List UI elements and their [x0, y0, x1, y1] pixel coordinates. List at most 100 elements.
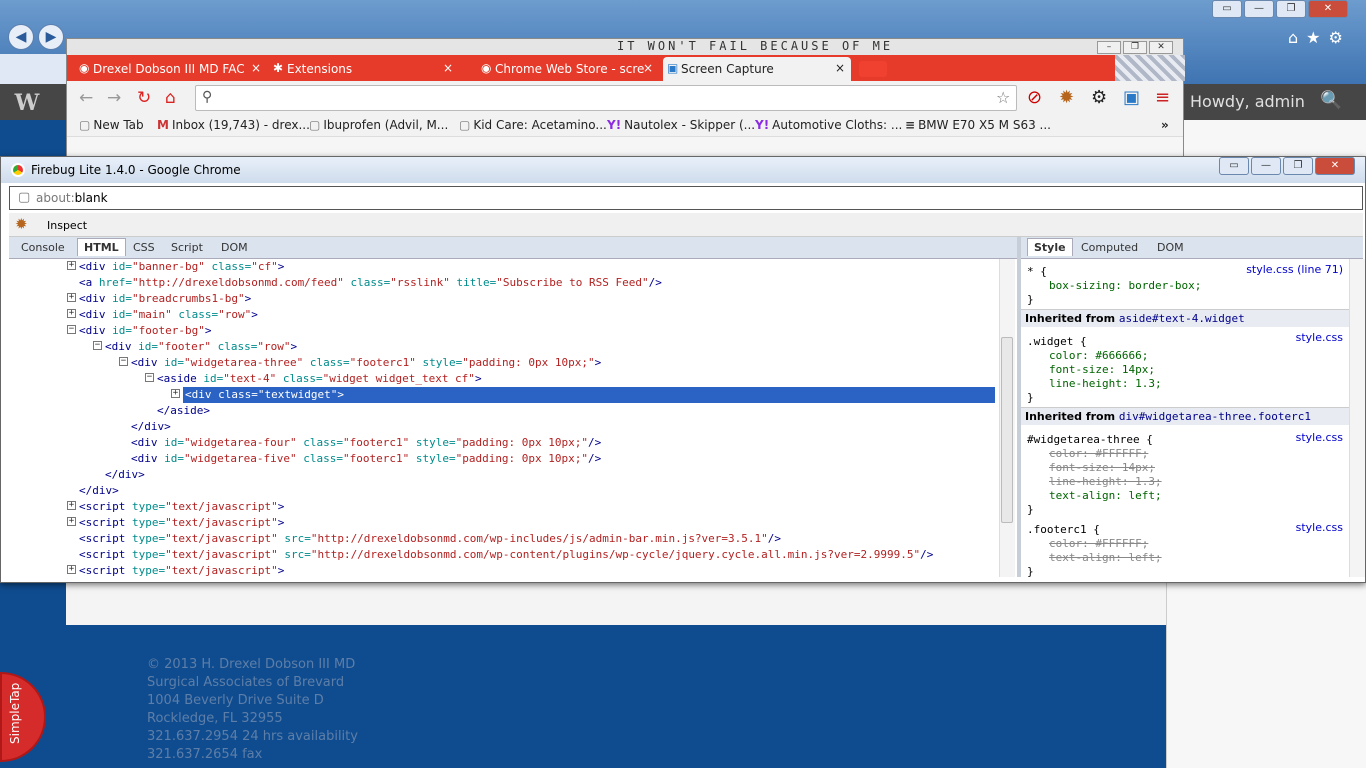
html-tree-node[interactable]: − <div id="footer-bg"> — [9, 323, 999, 339]
tab-extensions[interactable]: ✱ Extensions × — [269, 57, 459, 81]
stylesheet-link[interactable]: style.css (line 71) — [1246, 263, 1343, 276]
fb-snap-button[interactable]: ▭ — [1219, 157, 1249, 175]
style-scrollbar[interactable] — [1349, 259, 1365, 577]
tab-close-icon[interactable]: × — [443, 61, 453, 75]
home-icon[interactable]: ⌂ — [1288, 28, 1298, 50]
wordpress-logo-icon[interactable]: W — [12, 90, 42, 116]
bookmark-inbox[interactable]: M Inbox (19,743) - drex... — [157, 118, 310, 132]
inspect-button[interactable]: Inspect — [47, 219, 87, 232]
html-tree: + <div id="banner-bg" class="cf"> <a href=… — [9, 259, 999, 577]
collapse-toggle-icon[interactable]: − — [93, 341, 102, 350]
ie-close-button[interactable]: ✕ — [1308, 0, 1348, 18]
favorites-icon[interactable]: ★ — [1306, 28, 1320, 50]
tab-screen-capture[interactable]: ▣ Screen Capture × — [663, 57, 851, 81]
html-tree-node[interactable]: + <div id="breadcrumbs1-bg"> — [9, 291, 999, 307]
html-tree-node[interactable]: + <div class="textwidget"> — [9, 387, 999, 403]
html-tree-node[interactable]: <div id="widgetarea-four" class="footerc… — [9, 435, 999, 451]
adblock-icon[interactable]: ⊘ — [1027, 87, 1042, 108]
tab-css[interactable]: CSS — [133, 241, 155, 254]
screen-capture-icon[interactable]: ▣ — [1123, 87, 1140, 108]
html-tree-node[interactable]: + <script type="text/javascript"> — [9, 499, 999, 515]
ie-forward-icon[interactable]: ▶ — [38, 24, 64, 50]
bookmark-new-tab[interactable]: ▢ New Tab — [79, 118, 144, 132]
stylesheet-link[interactable]: style.css — [1296, 331, 1343, 344]
simpletap-badge[interactable]: SimpleTap — [0, 672, 46, 762]
wp-howdy-user[interactable]: Howdy, admin — [1190, 92, 1310, 112]
omnibox[interactable]: ⚲ ☆ — [195, 85, 1017, 111]
collapse-toggle-icon[interactable]: − — [67, 325, 76, 334]
expand-toggle-icon[interactable]: + — [67, 501, 76, 510]
expand-toggle-icon[interactable]: + — [67, 293, 76, 302]
ie-minimize-button[interactable]: — — [1244, 0, 1274, 18]
new-tab-button[interactable] — [859, 61, 887, 77]
firebug-url-bar[interactable]: ▢ about:blank — [9, 186, 1363, 210]
ie-maximize-button[interactable]: ❐ — [1276, 0, 1306, 18]
html-tree-node[interactable]: </div> — [9, 419, 999, 435]
expand-toggle-icon[interactable]: + — [171, 389, 180, 398]
html-tree-node[interactable]: + <script type="text/javascript"> — [9, 563, 999, 577]
tab-html[interactable]: HTML — [77, 238, 126, 256]
reload-icon[interactable]: ↻ — [137, 88, 151, 108]
chrome-restore-button[interactable]: ❐ — [1123, 41, 1147, 54]
wp-search-icon[interactable]: 🔍 — [1320, 90, 1342, 112]
html-tree-node[interactable]: + <script type="text/javascript"> — [9, 515, 999, 531]
html-tree-node[interactable]: − <div id="widgetarea-three" class="foote… — [9, 355, 999, 371]
tab-drexel[interactable]: ◉ Drexel Dobson III MD FAC × — [75, 57, 267, 81]
expand-toggle-icon[interactable]: + — [67, 309, 76, 318]
tab-side-dom[interactable]: DOM — [1157, 241, 1184, 254]
tab-close-icon[interactable]: × — [835, 61, 845, 75]
tools-icon[interactable]: ⚙ — [1329, 28, 1343, 50]
tab-dom[interactable]: DOM — [221, 241, 248, 254]
bookmark-bmw[interactable]: ≡ BMW E70 X5 M S63 ... — [905, 118, 1051, 132]
html-tree-node[interactable]: − <div id="footer" class="row"> — [9, 339, 999, 355]
bookmark-automotive[interactable]: Y! Automotive Cloths: ... — [755, 118, 902, 132]
tab-computed[interactable]: Computed — [1081, 241, 1138, 254]
expand-toggle-icon[interactable]: + — [67, 261, 76, 270]
chrome-minimize-button[interactable]: – — [1097, 41, 1121, 54]
stylesheet-link[interactable]: style.css — [1296, 521, 1343, 534]
bookmark-ibuprofen[interactable]: ▢ Ibuprofen (Advil, M... — [309, 118, 448, 132]
inherited-target[interactable]: div#widgetarea-three.footerc1 — [1119, 410, 1311, 423]
ie-back-icon[interactable]: ◀ — [8, 24, 34, 50]
html-tree-node[interactable]: <div id="widgetarea-five" class="footerc… — [9, 451, 999, 467]
firebug-icon[interactable]: ✹ — [1059, 87, 1074, 108]
html-scrollbar-thumb[interactable] — [1001, 337, 1013, 523]
bookmark-star-icon[interactable]: ☆ — [996, 88, 1010, 107]
expand-toggle-icon[interactable]: + — [67, 565, 76, 574]
html-tree-node[interactable]: <a href="http://drexeldobsonmd.com/feed"… — [9, 275, 999, 291]
home-icon[interactable]: ⌂ — [165, 88, 176, 108]
tab-console[interactable]: Console — [21, 241, 65, 254]
html-tree-node[interactable]: <script type="text/javascript" src="http… — [9, 547, 999, 563]
gear-icon[interactable]: ⚙ — [1091, 87, 1107, 108]
tab-style[interactable]: Style — [1027, 238, 1073, 256]
html-tree-node[interactable]: + <div id="banner-bg" class="cf"> — [9, 259, 999, 275]
bookmark-nautolex[interactable]: Y! Nautolex - Skipper (... — [607, 118, 755, 132]
fb-minimize-button[interactable]: — — [1251, 157, 1281, 175]
firebug-bug-icon[interactable]: ✹ — [15, 215, 28, 233]
html-tree-node[interactable]: <script type="text/javascript" src="http… — [9, 531, 999, 547]
bookmarks-overflow-button[interactable]: » — [1161, 118, 1169, 132]
stylesheet-link[interactable]: style.css — [1296, 431, 1343, 444]
collapse-toggle-icon[interactable]: − — [145, 373, 154, 382]
collapse-toggle-icon[interactable]: − — [119, 357, 128, 366]
menu-icon[interactable]: ≡ — [1155, 87, 1170, 108]
fb-maximize-button[interactable]: ❐ — [1283, 157, 1313, 175]
tab-script[interactable]: Script — [171, 241, 203, 254]
html-node-markup: <div id="widgetarea-five" class="footerc… — [131, 452, 602, 465]
html-tree-node[interactable]: − <aside id="text-4" class="widget widget… — [9, 371, 999, 387]
tab-close-icon[interactable]: × — [251, 61, 261, 75]
tab-close-icon[interactable]: × — [643, 61, 653, 75]
html-tree-node[interactable]: </div> — [9, 483, 999, 499]
bookmark-kid-care[interactable]: ▢ Kid Care: Acetamino... — [459, 118, 607, 132]
ie-snap-button[interactable]: ▭ — [1212, 0, 1242, 18]
back-icon[interactable]: ← — [79, 88, 93, 108]
inherited-target[interactable]: aside#text-4.widget — [1119, 312, 1245, 325]
forward-icon[interactable]: → — [107, 88, 121, 108]
expand-toggle-icon[interactable]: + — [67, 517, 76, 526]
tab-web-store[interactable]: ◉ Chrome Web Store - scre × — [477, 57, 659, 81]
html-tree-node[interactable]: + <div id="main" class="row"> — [9, 307, 999, 323]
fb-close-button[interactable]: ✕ — [1315, 157, 1355, 175]
html-tree-node[interactable]: </div> — [9, 467, 999, 483]
chrome-close-button[interactable]: ✕ — [1149, 41, 1173, 54]
html-tree-node[interactable]: </aside> — [9, 403, 999, 419]
